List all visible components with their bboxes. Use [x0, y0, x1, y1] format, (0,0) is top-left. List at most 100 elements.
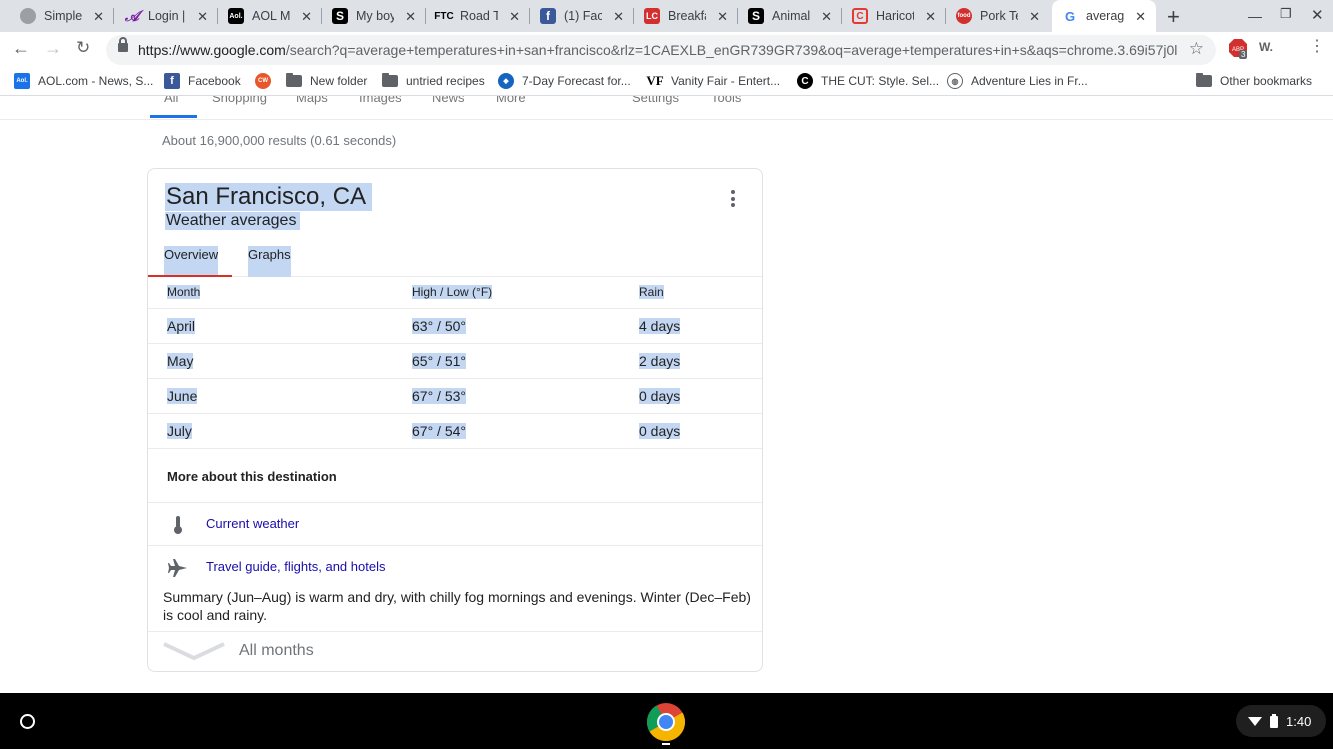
bookmark-item[interactable]: C THE CUT: Style. Sel...	[797, 73, 939, 89]
browser-tab[interactable]: S Animal ✕	[738, 0, 842, 32]
highlow-cell: 65° / 51°	[412, 353, 467, 369]
close-tab-icon[interactable]: ✕	[197, 9, 208, 25]
column-header-rain: Rain	[639, 285, 664, 299]
airplane-icon	[168, 559, 187, 577]
w-extension-icon[interactable]: W.	[1259, 40, 1273, 54]
bookmark-item[interactable]: CW	[255, 73, 279, 89]
bookmark-folder[interactable]: New folder	[286, 73, 367, 89]
more-options-icon[interactable]	[731, 190, 735, 210]
reload-icon[interactable]: ↻	[76, 38, 90, 58]
weather-table: Month High / Low (°F) Rain April 63° / 5…	[148, 278, 762, 449]
browser-tab[interactable]: S My boyf ✕	[322, 0, 426, 32]
all-months-label: All months	[239, 642, 314, 659]
table-row: May 65° / 51° 2 days	[148, 344, 762, 379]
folder-icon	[382, 73, 398, 89]
lock-icon	[118, 37, 128, 52]
search-tab-shopping[interactable]: Shopping	[212, 96, 267, 105]
rain-cell: 4 days	[639, 318, 681, 334]
search-tab-tools[interactable]: Tools	[711, 96, 741, 105]
os-shelf: 1:40	[0, 693, 1333, 749]
all-months-button[interactable]: All months	[148, 631, 762, 671]
search-tab-news[interactable]: News	[432, 96, 465, 105]
s-favicon-icon: S	[332, 8, 348, 24]
bookmark-folder[interactable]: Other bookmarks	[1196, 73, 1312, 89]
wifi-icon	[1248, 717, 1262, 726]
close-tab-icon[interactable]: ✕	[1029, 9, 1040, 25]
thermometer-icon	[174, 516, 182, 534]
bookmark-item[interactable]: VF Vanity Fair - Entert...	[646, 73, 780, 89]
c-favicon-icon: C	[852, 8, 868, 24]
simple-favicon-icon	[20, 8, 36, 24]
browser-tab[interactable]: LC Breakfa ✕	[634, 0, 738, 32]
forward-icon[interactable]: →	[44, 38, 62, 59]
close-tab-icon[interactable]: ✕	[301, 9, 312, 25]
thecut-icon: C	[797, 73, 813, 89]
restore-icon[interactable]: ❐	[1280, 6, 1292, 22]
bookmark-item[interactable]: ◆ 7-Day Forecast for...	[498, 73, 631, 89]
highlow-cell: 63° / 50°	[412, 318, 467, 334]
month-cell: May	[167, 353, 194, 369]
status-tray[interactable]: 1:40	[1236, 705, 1326, 737]
bookmark-folder[interactable]: untried recipes	[382, 73, 485, 89]
search-tab-more[interactable]: More	[496, 96, 526, 105]
clock: 1:40	[1286, 714, 1312, 729]
chrome-icon[interactable]	[646, 702, 686, 742]
close-window-icon[interactable]: ✕	[1311, 6, 1324, 24]
more-about-heading: More about this destination	[167, 469, 337, 484]
browser-tab[interactable]: 𝒜 Login | A ✕	[114, 0, 218, 32]
folder-icon	[1196, 73, 1212, 89]
cw-icon: CW	[255, 73, 271, 89]
browser-tab[interactable]: C Haricot ✕	[842, 0, 946, 32]
current-weather-row[interactable]: Current weather	[148, 503, 762, 545]
highlow-cell: 67° / 53°	[412, 388, 467, 404]
close-tab-icon[interactable]: ✕	[405, 9, 416, 25]
close-tab-icon[interactable]: ✕	[925, 9, 936, 25]
rain-cell: 2 days	[639, 353, 681, 369]
browser-tab[interactable]: Aol. AOL Ma ✕	[218, 0, 322, 32]
aol-favicon-icon: Aol.	[228, 8, 244, 24]
google-favicon-icon: G	[1064, 8, 1076, 24]
browser-toolbar: ← → ↻ https://www.google.com/search?q=av…	[0, 32, 1333, 68]
bookmark-item[interactable]: ◍ Adventure Lies in Fr...	[947, 73, 1088, 89]
minimize-icon[interactable]: —	[1248, 8, 1262, 24]
result-stats: About 16,900,000 results (0.61 seconds)	[162, 133, 397, 148]
running-indicator	[662, 743, 670, 745]
close-tab-icon[interactable]: ✕	[717, 9, 728, 25]
search-tab-maps[interactable]: Maps	[296, 96, 328, 105]
browser-tab[interactable]: FTC Road Tr ✕	[426, 0, 530, 32]
close-tab-icon[interactable]: ✕	[613, 9, 624, 25]
browser-tab[interactable]: food Pork Te ✕	[946, 0, 1050, 32]
tab-overview[interactable]: Overview	[164, 246, 219, 277]
search-tab-all[interactable]: All	[164, 96, 178, 105]
travel-guide-row[interactable]: Travel guide, flights, and hotels	[148, 546, 762, 588]
tab-graphs[interactable]: Graphs	[248, 246, 291, 277]
search-tab-settings[interactable]: Settings	[632, 96, 679, 105]
column-header-highlow: High / Low (°F)	[412, 285, 493, 299]
tab-strip: Simple ✕ 𝒜 Login | A ✕ Aol. AOL Ma ✕ S M…	[0, 0, 1333, 32]
browser-tab-active[interactable]: G average ✕	[1052, 0, 1156, 32]
bookmark-star-icon[interactable]: ☆	[1189, 39, 1204, 59]
new-tab-button[interactable]: +	[1167, 4, 1180, 30]
launcher-icon[interactable]	[20, 714, 35, 729]
close-tab-icon[interactable]: ✕	[821, 9, 832, 25]
close-tab-icon[interactable]: ✕	[1135, 9, 1146, 25]
close-tab-icon[interactable]: ✕	[93, 9, 104, 25]
address-bar[interactable]: https://www.google.com/search?q=average+…	[106, 35, 1216, 65]
browser-tab[interactable]: f (1) Face ✕	[530, 0, 634, 32]
weather-card: San Francisco, CA Weather averages Overv…	[147, 168, 763, 672]
browser-tab[interactable]: Simple ✕	[10, 0, 114, 32]
bookmark-item[interactable]: Aol. AOL.com - News, S...	[14, 73, 153, 89]
login-favicon-icon: 𝒜	[124, 7, 140, 25]
back-icon[interactable]: ←	[12, 38, 30, 59]
search-tab-images[interactable]: Images	[359, 96, 402, 105]
highlow-cell: 67° / 54°	[412, 423, 467, 439]
url-text: https://www.google.com/search?q=average+…	[138, 42, 1178, 58]
bookmark-item[interactable]: f Facebook	[164, 73, 241, 89]
close-tab-icon[interactable]: ✕	[509, 9, 520, 25]
current-weather-link[interactable]: Current weather	[206, 516, 299, 531]
menu-icon[interactable]: ⋮	[1309, 36, 1325, 56]
folder-icon	[286, 73, 302, 89]
table-row: June 67° / 53° 0 days	[148, 379, 762, 414]
travel-guide-link[interactable]: Travel guide, flights, and hotels	[206, 559, 385, 574]
adblock-extension-icon[interactable]: ABP 3	[1228, 38, 1248, 61]
